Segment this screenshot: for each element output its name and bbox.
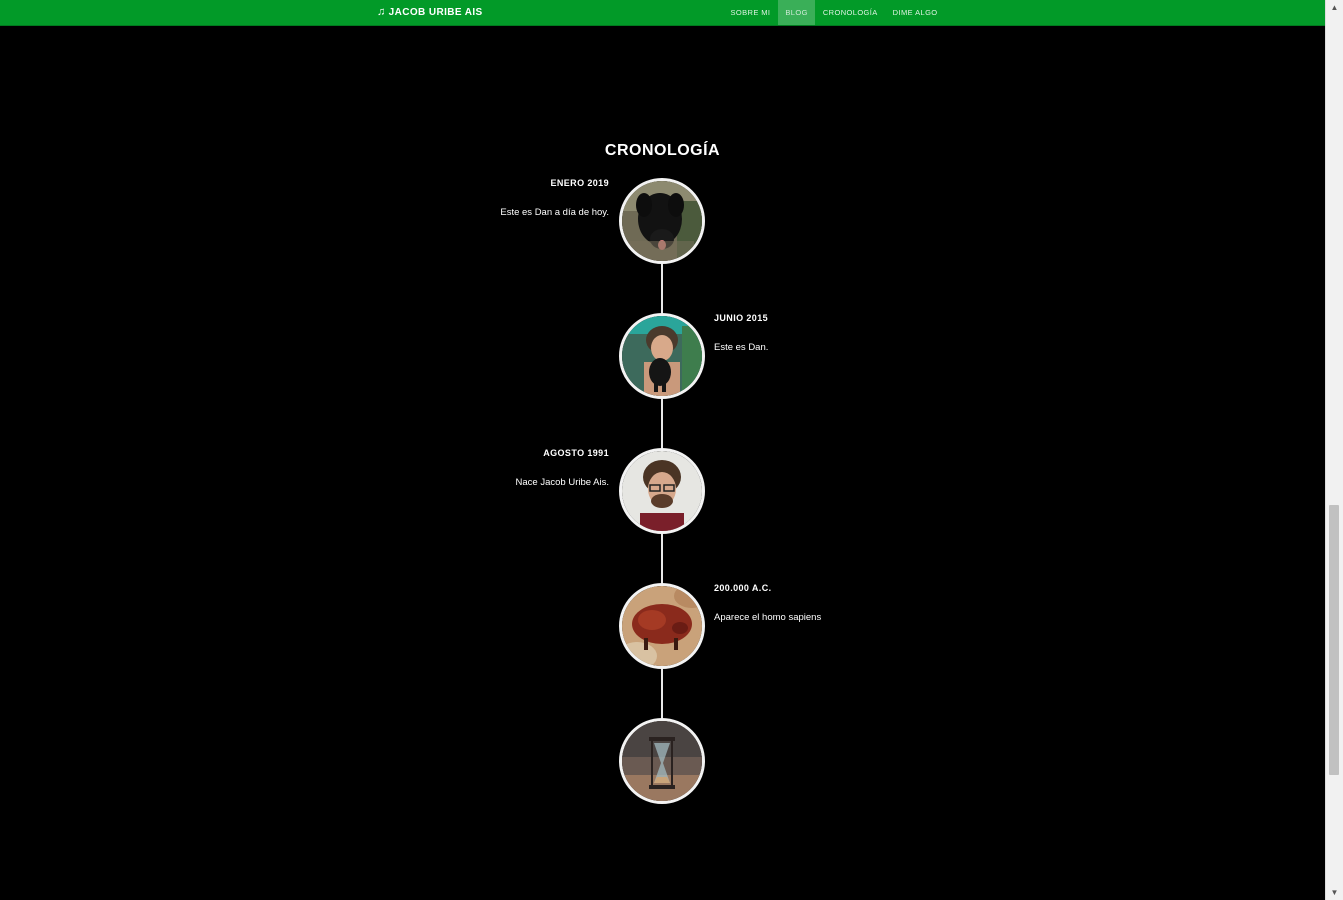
timeline-text: Nace Jacob Uribe Ais. [515,477,609,488]
timeline-text: Este es Dan. [714,342,769,353]
scroll-down-icon[interactable]: ▼ [1326,885,1343,900]
portrait-man-glasses-photo [619,448,705,534]
nav-menu: SOBRE MI BLOG CRONOLOGÍA DIME ALGO [723,0,945,25]
nav-link-dime-algo[interactable]: DIME ALGO [885,0,945,25]
nav-link-blog[interactable]: BLOG [777,0,816,25]
hourglass-photo [619,718,705,804]
timeline-date: ENERO 2019 [550,178,609,188]
timeline-text: Aparece el homo sapiens [714,612,822,623]
black-dog-photo [619,178,705,264]
section-title: CRONOLOGÍA [604,142,721,159]
person-holding-puppy-photo [619,313,705,399]
scroll-thumb[interactable] [1329,505,1339,775]
cave-painting-bison-photo [619,583,705,669]
top-navbar: ♫ JACOB URIBE AIS SOBRE MI BLOG CRONOLOG… [0,0,1325,26]
page-scrollbar[interactable]: ▲ ▼ [1325,0,1343,900]
scroll-up-icon[interactable]: ▲ [1326,0,1343,15]
timeline-date: JUNIO 2015 [714,313,769,323]
timeline-date: AGOSTO 1991 [543,448,609,458]
music-note-icon: ♫ [377,6,386,18]
nav-link-sobre-mi[interactable]: SOBRE MI [723,0,778,25]
brand-link[interactable]: ♫ JACOB URIBE AIS [377,0,483,25]
brand-name: JACOB URIBE AIS [388,7,483,18]
nav-link-cronologia[interactable]: CRONOLOGÍA [815,0,885,25]
timeline-text: Este es Dan a día de hoy. [500,207,609,218]
timeline-date: 200.000 A.C. [714,583,772,593]
